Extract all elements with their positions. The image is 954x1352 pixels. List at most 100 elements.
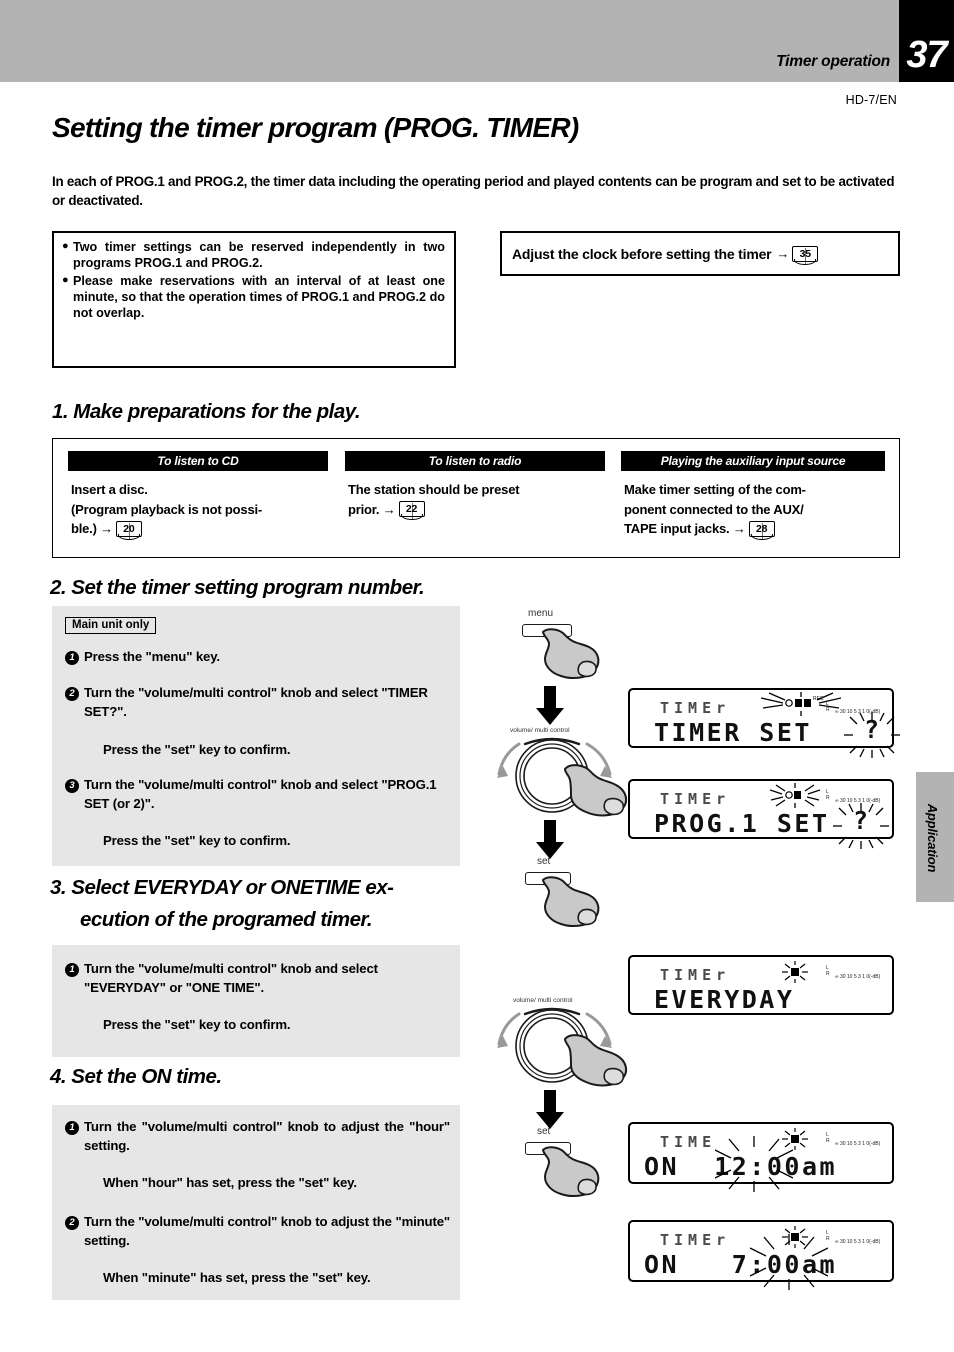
instruction-subtext: When "hour" has set, press the "set" key… [103, 1175, 357, 1190]
col-body-radio: The station should be preset prior. → 22 [348, 480, 606, 521]
model-code: HD-7/EN [845, 93, 897, 107]
section-title: Timer operation [776, 53, 890, 70]
instruction-text: Turn the "volume/multi control" knob and… [84, 961, 378, 995]
lcd-indicator-text: TIME [660, 1133, 717, 1151]
lcd-lr-label: LR [826, 789, 830, 801]
step3-heading-line2: ecution of the programed timer. [80, 908, 373, 931]
col-line: (Program playback is not possi- [71, 501, 263, 517]
flashing-indicator-icon [770, 783, 820, 808]
book-page-icon: 20 [115, 520, 142, 540]
knob-label: volume/ multi control [510, 727, 570, 734]
col-body-cd: Insert a disc. (Program playback is not … [71, 480, 329, 540]
lcd-display-everyday: TIMEr LR ∞ 30 10 5 3 1 0(-dB) EVERYDAY [628, 955, 894, 1015]
step-number-icon: 1 [65, 648, 84, 667]
lcd-main-text: EVERYDAY [654, 985, 795, 1014]
instruction-text: Turn the "volume/multi control" knob and… [84, 777, 437, 811]
bullet-icon: ● [62, 274, 69, 287]
instruction-subtext: Press the "set" key to confirm. [103, 833, 291, 848]
note-item: ● Please make reservations with an inter… [62, 273, 445, 321]
col-line: Make timer setting of the com- [624, 482, 806, 497]
pressing-hand-icon [542, 628, 600, 679]
col-line: The station should be preset [348, 482, 520, 497]
step3-heading-line1: 3. Select EVERYDAY or ONETIME ex- [50, 876, 394, 899]
lcd-display-on-1200am: TIME LR ∞ 30 10 5 3 1 0(-dB) ON 12:00am [628, 1122, 894, 1192]
intro-paragraph: In each of PROG.1 and PROG.2, the timer … [52, 174, 895, 209]
instruction-row: 2 Turn the "volume/multi control" knob t… [65, 1213, 450, 1250]
step-number-icon: 1 [65, 960, 84, 997]
svg-text:REC: REC [813, 696, 824, 702]
col-line: TAPE input jacks. → [624, 521, 746, 536]
instruction-subtext: Press the "set" key to confirm. [103, 742, 291, 757]
step4-heading: 4. Set the ON time. [50, 1065, 222, 1088]
lcd-level-meter-scale: ∞ 30 10 5 3 1 0(-dB) [835, 1239, 881, 1245]
clock-note-text: Adjust the clock before setting the time… [512, 245, 772, 262]
lcd-indicator-text: TIMEr [660, 790, 731, 808]
instruction-text: Turn the "volume/multi control" knob to … [84, 1214, 450, 1248]
note-text: Two timer settings can be reserved indep… [73, 240, 445, 271]
step-number-icon: 3 [65, 776, 84, 813]
lcd-main-text: TIMER SET [654, 718, 812, 747]
lcd-display-on-700am: TIMEr LR ∞ 30 10 5 3 1 0(-dB) ON 7:00am [628, 1220, 894, 1290]
instruction-row: 3 Turn the "volume/multi control" knob a… [65, 776, 450, 813]
set-key-label: set [537, 856, 551, 867]
lcd-flash-suffix: ? [864, 715, 880, 744]
page-title: Setting the timer program (PROG. TIMER) [52, 112, 579, 143]
col-line: prior. → [348, 501, 396, 517]
step4-panel: 1 Turn the "volume/multi control" knob t… [52, 1105, 460, 1300]
note-item: ● Two timer settings can be reserved ind… [62, 239, 445, 271]
book-page-icon: 28 [748, 520, 775, 540]
arrow-icon: → [776, 246, 790, 261]
instruction-row: 1 Turn the "volume/multi control" knob a… [65, 960, 450, 997]
pressing-hand-icon [564, 764, 628, 817]
illustration-menu-knob-set: menu volume/ multi control set [495, 608, 645, 927]
instruction-row: 2 Turn the "volume/multi control" knob a… [65, 684, 450, 721]
step1-heading: 1. Make preparations for the play. [52, 400, 361, 423]
side-tab-label: Application [925, 803, 941, 873]
flashing-burst-icon [750, 1234, 828, 1290]
set-key-label: set [537, 1126, 551, 1137]
lcd-display-timer-set: TIMEr REC LR ∞ 30 10 5 3 1 0(-dB) TIMER … [628, 688, 900, 758]
lcd-level-meter-scale: ∞ 30 10 5 3 1 0(-dB) [835, 974, 881, 980]
pressing-hand-icon [542, 876, 600, 927]
flashing-burst-icon [715, 1136, 793, 1192]
lcd-display-prog1-set: TIMEr LR ∞ 30 10 5 3 1 0(-dB) PROG.1 SET… [628, 779, 894, 849]
knob-label: volume/ multi control [513, 997, 573, 1004]
step2-panel: Main unit only 1 Press the "menu" key. 2… [52, 606, 460, 866]
flashing-indicator-icon [782, 961, 808, 983]
page-number: 37 [906, 34, 947, 76]
book-page-icon: 22 [398, 501, 425, 521]
col-body-aux: Make timer setting of the com- ponent co… [624, 480, 886, 540]
book-page-icon: 35 [792, 245, 819, 265]
col-line: ble.) → [71, 521, 113, 536]
down-arrow-icon [536, 820, 564, 859]
lcd-indicator-text: TIMEr [660, 1231, 731, 1249]
pressing-hand-icon [564, 1034, 628, 1087]
lcd-lr-label: LR [826, 1132, 830, 1144]
col-line: ponent connected to the AUX/ [624, 501, 804, 517]
lcd-main-text: PROG.1 SET [654, 809, 830, 838]
instruction-text: Press the "menu" key. [84, 649, 220, 664]
instruction-row: 1 Turn the "volume/multi control" knob t… [65, 1118, 450, 1155]
note-text: Please make reservations with an interva… [73, 274, 445, 321]
col-head-aux: Playing the auxiliary input source [621, 451, 885, 471]
instruction-subtext: When "minute" has set, press the "set" k… [103, 1270, 371, 1285]
pressing-hand-icon [542, 1146, 600, 1197]
lcd-level-meter-scale: ∞ 30 10 5 3 1 0(-dB) [835, 1141, 881, 1147]
page-number-box: 37 [899, 0, 954, 82]
step2-heading: 2. Set the timer setting program number. [50, 576, 425, 599]
main-unit-only-badge: Main unit only [65, 617, 157, 634]
step-number-icon: 2 [65, 1213, 84, 1250]
page-reference: → 35 [776, 245, 819, 265]
step3-panel: 1 Turn the "volume/multi control" knob a… [52, 945, 460, 1057]
down-arrow-icon [536, 686, 564, 725]
down-arrow-icon [536, 1090, 564, 1129]
clock-note-box: Adjust the clock before setting the time… [500, 231, 900, 276]
lcd-indicator-text: TIMEr [660, 966, 731, 984]
lcd-flash-suffix: ? [853, 806, 869, 835]
instruction-text: Turn the "volume/multi control" knob and… [84, 685, 428, 719]
notes-box: ● Two timer settings can be reserved ind… [52, 231, 456, 368]
step-number-icon: 1 [65, 1118, 84, 1155]
step-number-icon: 2 [65, 684, 84, 721]
lcd-lr-label: LR [826, 701, 830, 713]
step1-box: To listen to CD To listen to radio Playi… [52, 438, 900, 558]
